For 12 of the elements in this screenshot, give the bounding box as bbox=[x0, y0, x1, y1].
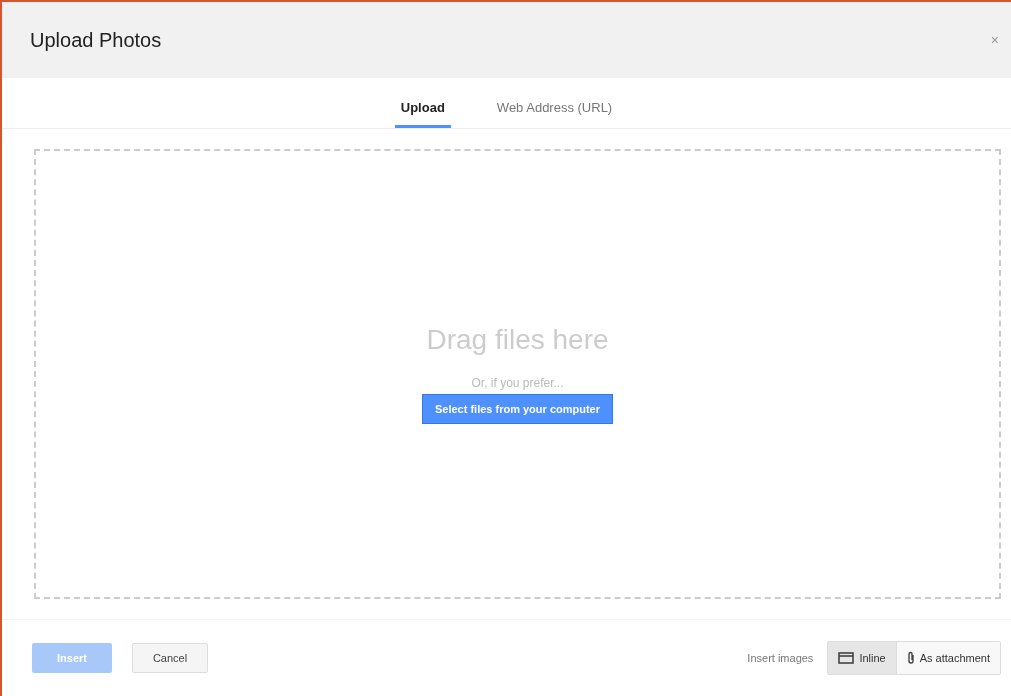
close-button[interactable]: × bbox=[986, 32, 1003, 48]
drop-hint: Or, if you prefer... bbox=[471, 376, 564, 390]
dialog-title: Upload Photos bbox=[30, 28, 162, 52]
insert-option-button[interactable]: Inline bbox=[828, 642, 896, 674]
insert-option-button[interactable]: As attachment bbox=[895, 642, 1000, 674]
image-frame-icon bbox=[838, 652, 855, 664]
select-files-button[interactable]: Select files from your computer bbox=[421, 394, 613, 424]
insert-images-label: Insert images bbox=[747, 652, 814, 664]
tab[interactable]: Upload bbox=[394, 78, 451, 128]
paperclip-icon bbox=[906, 651, 915, 665]
cancel-button[interactable]: Cancel bbox=[132, 643, 208, 673]
tab[interactable]: Web Address (URL) bbox=[490, 78, 619, 128]
